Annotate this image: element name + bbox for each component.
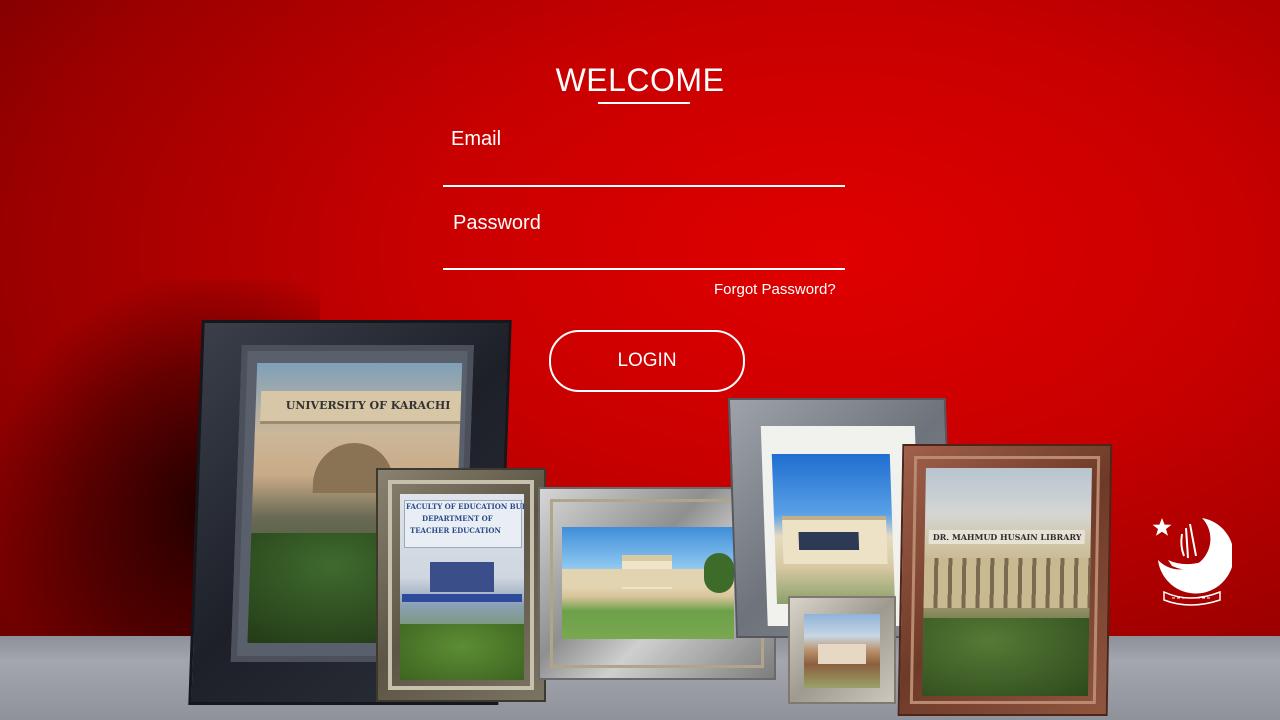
karachi-sign: UNIVERSITY OF KARACHI	[285, 399, 451, 412]
email-label: Email	[451, 128, 502, 150]
email-underline	[443, 185, 845, 187]
education-sign-line3: TEACHER EDUCATION	[410, 526, 501, 535]
main-building-photo	[562, 527, 734, 639]
email-input[interactable]	[443, 154, 849, 186]
education-sign-line1: FACULTY OF EDUCATION BUILDING	[406, 502, 524, 511]
small-building-photo	[804, 614, 880, 688]
forgot-password-link[interactable]: Forgot Password?	[714, 281, 836, 298]
library-photo: DR. MAHMUD HUSAIN LIBRARY	[921, 468, 1092, 696]
education-photo: FACULTY OF EDUCATION BUILDING DEPARTMENT…	[400, 494, 524, 680]
welcome-title: WELCOME	[555, 62, 725, 98]
department-photo	[771, 454, 896, 604]
university-logo-icon	[1152, 518, 1232, 606]
password-input[interactable]	[443, 238, 849, 270]
photo-frame-small	[788, 596, 896, 704]
title-underline	[598, 102, 690, 104]
education-sign-line2: DEPARTMENT OF	[422, 514, 493, 523]
password-label: Password	[453, 212, 541, 234]
library-sign: DR. MAHMUD HUSAIN LIBRARY	[932, 532, 1082, 542]
password-underline	[443, 268, 845, 270]
photo-frame-library: DR. MAHMUD HUSAIN LIBRARY	[897, 444, 1113, 716]
login-button[interactable]: LOGIN	[549, 330, 745, 392]
photo-frame-education: FACULTY OF EDUCATION BUILDING DEPARTMENT…	[376, 468, 546, 702]
